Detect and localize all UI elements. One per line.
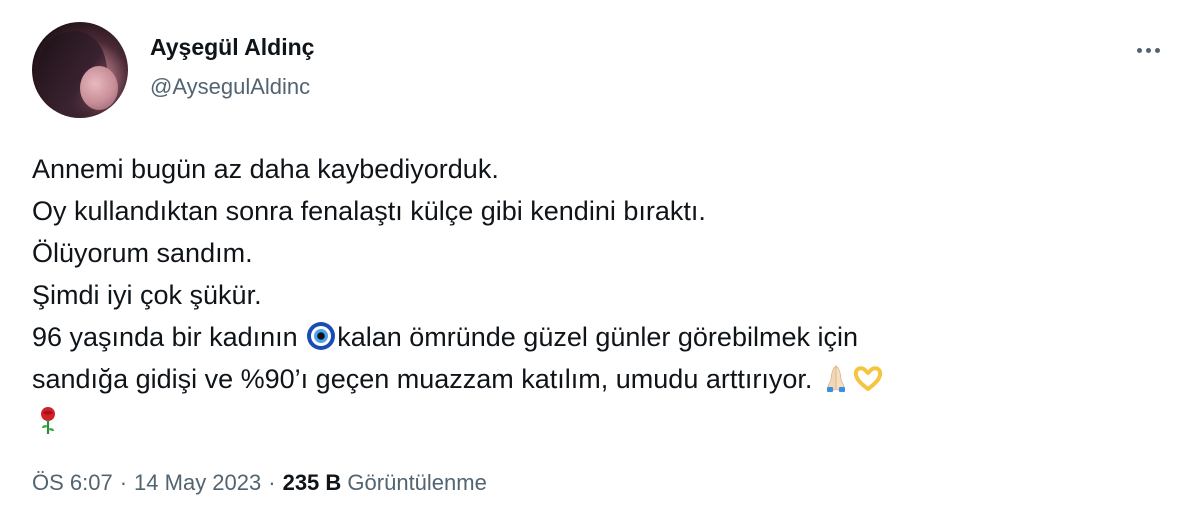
author-display-name[interactable]: Ayşegül Aldinç (150, 34, 314, 61)
tweet-line: Oy kullandıktan sonra fenalaştı külçe gi… (32, 196, 706, 226)
heart-hands-icon (853, 366, 882, 391)
more-dot-icon (1145, 47, 1151, 53)
nazar-amulet-icon (307, 321, 336, 350)
tweet-line: 96 yaşında bir kadının kalan ömründe güz… (32, 316, 1172, 358)
tweet-meta: ÖS 6:07 · 14 May 2023 · 235 B Görüntülenme (32, 470, 487, 496)
avatar-face (80, 66, 118, 110)
more-dot-icon (1136, 47, 1142, 53)
tweet-line: Şimdi iyi çok şükür. (32, 280, 262, 310)
tweet-line: sandığa gidişi ve %90’ı geçen muazzam ka… (32, 358, 1172, 400)
avatar[interactable] (32, 22, 128, 118)
more-options-button[interactable] (1128, 30, 1168, 70)
meta-separator: · (119, 470, 128, 495)
tweet-line-segment: kalan ömründe güzel günler görebilmek iç… (337, 322, 858, 352)
views-count: 235 B (282, 470, 342, 495)
tweet-line: Annemi bugün az daha kaybediyorduk. (32, 154, 499, 184)
tweet-date-link[interactable]: 14 May 2023 (134, 470, 261, 495)
author-handle[interactable]: @AysegulAldinc (150, 74, 310, 100)
tweet-text: Annemi bugün az daha kaybediyorduk. Oy k… (32, 148, 1172, 442)
rose-icon (41, 406, 55, 434)
tweet-time-link[interactable]: ÖS 6:07 (32, 470, 113, 495)
tweet-card: Ayşegül Aldinç @AysegulAldinc Annemi bug… (0, 0, 1200, 524)
folded-hands-icon (826, 365, 845, 392)
tweet-line (32, 400, 1172, 442)
tweet-line: Ölüyorum sandım. (32, 238, 253, 268)
tweet-line-segment: sandığa gidişi ve %90’ı geçen muazzam ka… (32, 364, 820, 394)
tweet-line-segment: 96 yaşında bir kadının (32, 322, 306, 352)
more-dot-icon (1154, 47, 1160, 53)
meta-separator: · (268, 470, 276, 495)
views-label: Görüntülenme (347, 470, 487, 495)
